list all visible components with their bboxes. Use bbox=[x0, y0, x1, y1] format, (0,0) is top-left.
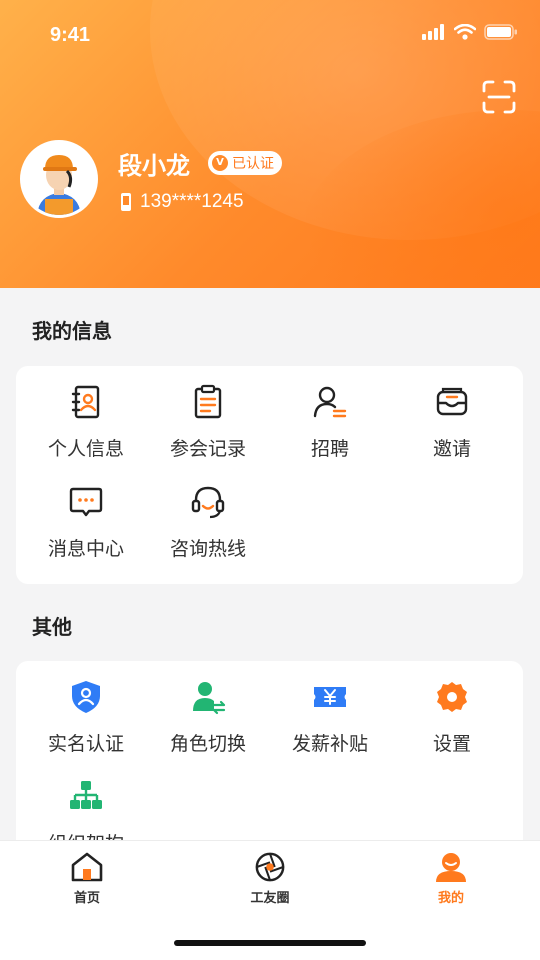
menu-item-label: 咨询热线 bbox=[169, 538, 246, 560]
menu-item-real-name-auth[interactable]: 实名认证 bbox=[25, 679, 147, 769]
tab-mine[interactable]: 我的 bbox=[406, 851, 496, 906]
menu-item-message-center[interactable]: 消息中心 bbox=[25, 484, 147, 574]
tab-label: 我的 bbox=[437, 891, 464, 906]
profile-icon bbox=[436, 853, 466, 882]
org-chart-icon bbox=[70, 781, 102, 809]
menu-item-label: 消息中心 bbox=[47, 538, 124, 560]
role-switch-icon bbox=[193, 682, 226, 715]
menu-item-hotline[interactable]: 咨询热线 bbox=[147, 484, 269, 574]
battery-icon bbox=[484, 24, 517, 40]
phone-row: 139****1245 bbox=[120, 191, 244, 213]
status-bar: 9:41 bbox=[0, 0, 540, 70]
home-indicator bbox=[174, 940, 366, 946]
menu-item-role-switch[interactable]: 角色切换 bbox=[147, 679, 269, 769]
menu-item-personal-info[interactable]: 个人信息 bbox=[25, 384, 147, 474]
gear-icon bbox=[437, 682, 467, 712]
verified-label: 已认证 bbox=[232, 156, 274, 172]
menu-item-label: 个人信息 bbox=[47, 438, 124, 460]
scan-button[interactable] bbox=[480, 78, 518, 116]
menu-item-settings[interactable]: 设置 bbox=[391, 679, 513, 769]
section-title-others: 其他 bbox=[32, 615, 72, 639]
section-title-my-info: 我的信息 bbox=[32, 319, 112, 343]
worker-avatar-icon bbox=[23, 143, 95, 215]
clipboard-icon bbox=[194, 384, 222, 419]
yuan-ticket-icon bbox=[314, 687, 346, 707]
others-card: 实名认证 角色切换 发薪补贴 设置 组织架构 bbox=[16, 661, 523, 861]
contact-book-icon bbox=[71, 385, 100, 419]
message-bubble-icon bbox=[69, 487, 103, 517]
avatar[interactable] bbox=[20, 140, 98, 218]
verified-icon: V bbox=[212, 155, 228, 171]
menu-item-label: 邀请 bbox=[432, 438, 471, 460]
menu-item-label: 设置 bbox=[432, 733, 471, 755]
phone-icon bbox=[121, 193, 131, 211]
my-info-card: 个人信息 参会记录 招聘 邀请 消息中心 咨询热线 bbox=[16, 366, 523, 584]
user-name: 段小龙 bbox=[118, 152, 190, 180]
tab-workmates[interactable]: 工友圈 bbox=[225, 851, 315, 906]
status-time: 9:41 bbox=[50, 24, 91, 46]
menu-item-invite[interactable]: 邀请 bbox=[391, 384, 513, 474]
menu-item-label: 角色切换 bbox=[169, 733, 246, 755]
wifi-icon bbox=[454, 24, 476, 40]
menu-item-label: 参会记录 bbox=[169, 438, 246, 460]
verified-badge: V 已认证 bbox=[208, 151, 282, 175]
home-icon bbox=[71, 852, 103, 882]
phone-number: 139****1245 bbox=[140, 191, 244, 212]
menu-item-meeting-records[interactable]: 参会记录 bbox=[147, 384, 269, 474]
menu-item-recruit[interactable]: 招聘 bbox=[269, 384, 391, 474]
menu-item-salary-subsidy[interactable]: 发薪补贴 bbox=[269, 679, 391, 769]
tab-label: 首页 bbox=[73, 891, 100, 906]
tab-label: 工友圈 bbox=[250, 891, 290, 906]
headset-icon bbox=[191, 486, 225, 519]
menu-item-label: 实名认证 bbox=[47, 733, 124, 755]
shield-user-icon bbox=[72, 681, 100, 713]
scan-icon bbox=[482, 80, 516, 114]
signal-icon bbox=[422, 24, 444, 40]
invite-envelope-icon bbox=[436, 387, 468, 416]
menu-item-label: 招聘 bbox=[310, 438, 349, 460]
tab-home[interactable]: 首页 bbox=[42, 851, 132, 906]
status-icons bbox=[422, 24, 518, 40]
recruit-person-icon bbox=[313, 386, 347, 418]
menu-item-label: 发薪补贴 bbox=[291, 733, 368, 755]
aperture-icon bbox=[255, 852, 285, 882]
